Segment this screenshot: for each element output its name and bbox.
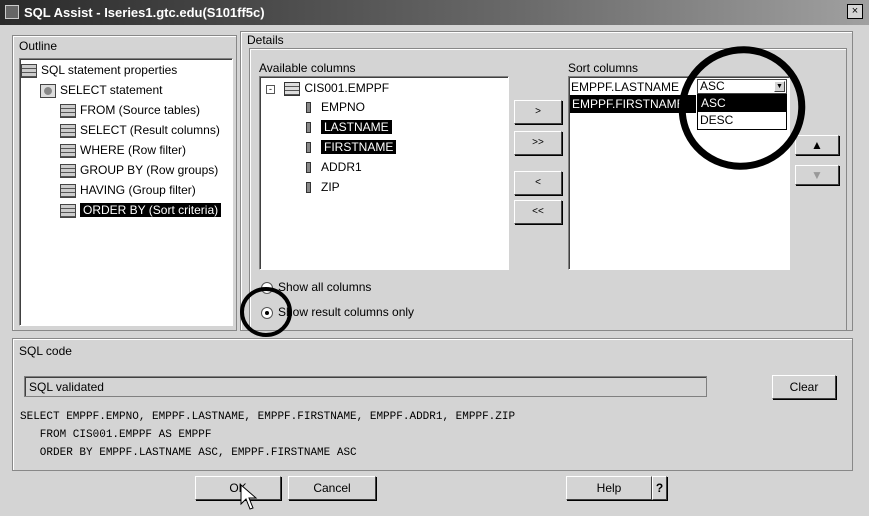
add-all-button[interactable]: >>	[514, 131, 562, 155]
order-dropdown-list[interactable]: ASC DESC	[697, 94, 787, 130]
outline-label: Outline	[19, 39, 58, 53]
remove-button[interactable]: <	[514, 171, 562, 195]
table-icon	[60, 143, 76, 158]
column-icon	[306, 162, 311, 174]
column-item[interactable]: ZIP	[306, 178, 340, 196]
collapse-icon[interactable]: -	[266, 85, 275, 94]
radio-icon[interactable]	[261, 281, 273, 294]
radio-icon[interactable]	[261, 306, 273, 319]
remove-all-button[interactable]: <<	[514, 200, 562, 224]
column-name: ZIP	[321, 180, 340, 194]
outline-tree: SQL statement properties SELECT statement…	[19, 58, 233, 326]
outline-item-label: HAVING (Group filter)	[80, 183, 196, 197]
sql-code-label: SQL code	[19, 344, 72, 358]
sql-code-panel: SQL code SQL validated Clear SELECT EMPP…	[12, 338, 853, 471]
column-item[interactable]: FIRSTNAME	[306, 138, 397, 156]
column-item[interactable]: ADDR1	[306, 158, 362, 176]
sort-icon	[60, 203, 76, 218]
column-icon	[306, 142, 311, 154]
sort-row[interactable]: EMPPF.LASTNAME	[571, 78, 679, 96]
outline-item[interactable]: GROUP BY (Row groups)	[60, 161, 218, 179]
outline-item-label: FROM (Source tables)	[80, 103, 201, 117]
ok-button[interactable]: OK	[195, 476, 281, 500]
move-down-button[interactable]: ▼	[795, 165, 839, 185]
help-button[interactable]: Help	[566, 476, 652, 500]
outline-item[interactable]: SELECT statement	[40, 81, 163, 99]
cancel-button[interactable]: Cancel	[288, 476, 376, 500]
column-item[interactable]: LASTNAME	[306, 118, 392, 136]
column-name: FIRSTNAME	[321, 140, 397, 154]
window-title: SQL Assist - Iseries1.gtc.edu(S101ff5c)	[24, 5, 265, 20]
outline-item-label: SELECT statement	[60, 83, 163, 97]
sort-columns-label: Sort columns	[568, 61, 639, 75]
radio-label: Show result columns only	[278, 305, 415, 319]
column-icon	[306, 122, 311, 134]
table-icon	[60, 163, 76, 178]
sort-columns-list[interactable]: EMPPF.LASTNAME EMPPF.FIRSTNAME ASC ▼ ASC…	[568, 76, 790, 270]
outline-item[interactable]: SELECT (Result columns)	[60, 121, 220, 139]
sql-icon	[21, 63, 37, 78]
add-button[interactable]: >	[514, 100, 562, 124]
available-columns-list[interactable]: - CIS001.EMPPF EMPNO LASTNAME FIRSTNAME ADD…	[259, 76, 509, 270]
table-icon	[60, 183, 76, 198]
column-item[interactable]: EMPNO	[306, 98, 365, 116]
outline-item-label: SQL statement properties	[41, 63, 178, 77]
table-icon	[284, 81, 301, 96]
move-up-button[interactable]: ▲	[795, 135, 839, 155]
context-help-button[interactable]: ?	[652, 476, 667, 500]
outline-item[interactable]: HAVING (Group filter)	[60, 181, 196, 199]
outline-item[interactable]: FROM (Source tables)	[60, 101, 200, 119]
sql-line: SELECT EMPPF.EMPNO, EMPPF.LASTNAME, EMPP…	[20, 411, 516, 423]
mouse-cursor-icon	[240, 484, 258, 510]
table-icon	[60, 103, 76, 118]
outline-item[interactable]: SQL statement properties	[21, 61, 177, 79]
chevron-down-icon[interactable]: ▼	[774, 81, 785, 92]
order-dropdown[interactable]: ASC ▼	[697, 79, 787, 94]
details-panel: Details Available columns - CIS001.EMPPF…	[240, 31, 853, 331]
close-button[interactable]: ×	[847, 4, 863, 19]
table-name: CIS001.EMPPF	[304, 81, 390, 95]
outline-item-label: WHERE (Row filter)	[80, 143, 187, 157]
column-icon	[306, 102, 311, 114]
option-asc[interactable]: ASC	[698, 95, 786, 112]
column-name: EMPNO	[321, 100, 366, 114]
available-columns-label: Available columns	[259, 61, 356, 75]
column-name: ADDR1	[321, 160, 362, 174]
radio-option[interactable]: Show result columns only	[261, 303, 414, 321]
sql-line: FROM CIS001.EMPPF AS EMPPF	[20, 429, 212, 441]
outline-item[interactable]: WHERE (Row filter)	[60, 141, 186, 159]
column-name: LASTNAME	[321, 120, 392, 134]
title-bar: SQL Assist - Iseries1.gtc.edu(S101ff5c)	[0, 0, 869, 25]
outline-panel: Outline SQL statement properties SELECT s…	[12, 35, 237, 331]
clear-button[interactable]: Clear	[772, 375, 836, 399]
outline-item-label: SELECT (Result columns)	[80, 123, 220, 137]
table-icon	[60, 123, 76, 138]
order-value: ASC	[700, 79, 725, 93]
app-icon	[5, 5, 19, 19]
outline-item[interactable]: ORDER BY (Sort criteria)	[60, 201, 222, 219]
details-label: Details	[247, 33, 284, 47]
outline-item-label: GROUP BY (Row groups)	[80, 163, 219, 177]
radio-label: Show all columns	[278, 280, 372, 294]
sql-status-field: SQL validated	[24, 376, 707, 397]
radio-option[interactable]: Show all columns	[261, 278, 371, 296]
column-icon	[306, 182, 311, 194]
magnifier-icon	[40, 83, 56, 98]
table-node[interactable]: - CIS001.EMPPF	[266, 79, 389, 97]
sql-line: ORDER BY EMPPF.LASTNAME ASC, EMPPF.FIRST…	[20, 447, 357, 459]
option-desc[interactable]: DESC	[698, 112, 786, 129]
sort-row[interactable]: EMPPF.FIRSTNAME	[570, 95, 696, 113]
outline-item-label: ORDER BY (Sort criteria)	[80, 203, 222, 217]
